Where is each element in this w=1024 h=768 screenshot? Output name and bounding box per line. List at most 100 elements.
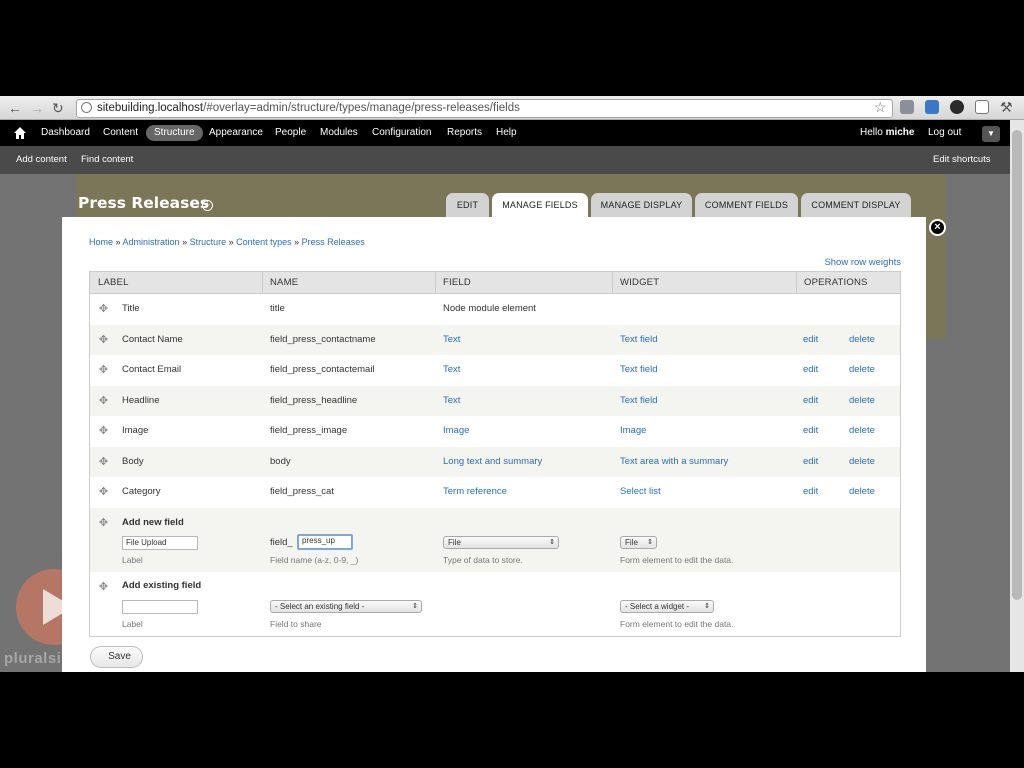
row-widget[interactable]: Select list bbox=[620, 477, 661, 507]
row-delete[interactable]: delete bbox=[849, 447, 875, 477]
toolbar-item-content[interactable]: Content bbox=[103, 120, 138, 146]
row-delete[interactable]: delete bbox=[849, 416, 875, 446]
drag-handle-icon[interactable]: ✥ bbox=[98, 365, 109, 376]
row-name: field_press_cat bbox=[270, 486, 334, 497]
add-shortcut-icon[interactable]: + bbox=[202, 200, 213, 211]
bookmark-star-icon[interactable]: ☆ bbox=[874, 99, 887, 116]
table-row: ✥ Headline field_press_headline Text Text fi… bbox=[90, 385, 900, 416]
breadcrumb-content-types[interactable]: Content types bbox=[236, 237, 292, 247]
table-row: ✥ Title title Node module element bbox=[90, 294, 900, 325]
logout-link[interactable]: Log out bbox=[928, 120, 961, 146]
new-field-widget-value: File bbox=[625, 537, 638, 547]
toolbar-item-people[interactable]: People bbox=[275, 120, 306, 146]
shortcut-add-content[interactable]: Add content bbox=[16, 146, 67, 174]
extension-puzzle-icon[interactable] bbox=[900, 100, 914, 114]
row-widget[interactable]: Text field bbox=[620, 355, 658, 385]
new-field-widget-select[interactable]: File ⇕ bbox=[620, 535, 657, 549]
show-row-weights-link[interactable]: Show row weights bbox=[800, 257, 901, 268]
edit-shortcuts-link[interactable]: Edit shortcuts bbox=[933, 146, 991, 174]
header-divider bbox=[262, 272, 263, 294]
new-field-label-input[interactable]: File Upload bbox=[122, 535, 198, 550]
toolbar-item-appearance[interactable]: Appearance bbox=[209, 120, 263, 146]
row-field[interactable]: Image bbox=[443, 416, 469, 446]
row-field[interactable]: Text bbox=[443, 386, 460, 416]
row-edit[interactable]: edit bbox=[803, 386, 818, 416]
save-button[interactable]: Save bbox=[90, 646, 143, 668]
address-bar[interactable]: sitebuilding.localhost/#overlay=admin/st… bbox=[76, 99, 893, 118]
row-widget[interactable]: Text field bbox=[620, 386, 658, 416]
toolbar-item-dashboard[interactable]: Dashboard bbox=[41, 120, 90, 146]
back-arrow-icon[interactable]: ← bbox=[8, 100, 22, 116]
breadcrumb-structure[interactable]: Structure bbox=[190, 237, 227, 247]
toolbar-toggle-icon[interactable]: ▼ bbox=[982, 126, 1000, 142]
tab-comment-fields[interactable]: COMMENT FIELDS bbox=[695, 193, 798, 217]
new-field-type-select[interactable]: File ⇕ bbox=[443, 535, 559, 549]
drag-handle-icon[interactable]: ✥ bbox=[98, 304, 109, 315]
scrollbar-thumb[interactable] bbox=[1012, 130, 1022, 600]
drag-handle-icon[interactable]: ✥ bbox=[98, 395, 109, 407]
breadcrumb-administration[interactable]: Administration bbox=[123, 237, 180, 247]
home-icon[interactable] bbox=[14, 127, 26, 139]
drag-handle-icon[interactable]: ✥ bbox=[98, 426, 109, 437]
toolbar-item-modules[interactable]: Modules bbox=[320, 120, 358, 146]
new-field-label-hint: Label bbox=[122, 554, 143, 565]
greeting-prefix: Hello bbox=[860, 127, 886, 138]
user-name[interactable]: miche bbox=[886, 127, 915, 138]
table-row: ✥ Contact Email field_press_contactemail Te… bbox=[90, 355, 900, 386]
row-field[interactable]: Long text and summary bbox=[443, 447, 542, 477]
row-edit[interactable]: edit bbox=[803, 447, 818, 477]
tab-manage-display[interactable]: MANAGE DISPLAY bbox=[591, 193, 692, 217]
new-field-name-input[interactable]: press_up bbox=[297, 533, 353, 550]
row-edit[interactable]: edit bbox=[803, 355, 818, 385]
row-edit[interactable]: edit bbox=[803, 416, 818, 446]
row-delete[interactable]: delete bbox=[849, 325, 875, 355]
breadcrumb-sep: » bbox=[226, 237, 237, 247]
existing-field-select-value: - Select an existing field - bbox=[275, 601, 365, 611]
breadcrumb-home[interactable]: Home bbox=[89, 237, 113, 247]
forward-arrow-icon[interactable]: → bbox=[30, 100, 44, 116]
existing-field-label-input[interactable] bbox=[122, 599, 198, 614]
tab-edit[interactable]: EDIT bbox=[446, 193, 489, 217]
table-row: ✥ Contact Name field_press_contactname Text… bbox=[90, 324, 900, 355]
close-icon[interactable]: × bbox=[929, 219, 946, 236]
drag-handle-icon[interactable]: ✥ bbox=[98, 581, 109, 593]
row-delete[interactable]: delete bbox=[849, 477, 875, 507]
row-edit[interactable]: edit bbox=[803, 325, 818, 355]
toolbar-item-configuration[interactable]: Configuration bbox=[372, 120, 431, 146]
toolbar-item-reports[interactable]: Reports bbox=[447, 120, 482, 146]
drag-handle-icon[interactable]: ✥ bbox=[98, 517, 109, 529]
add-existing-field-title: Add existing field bbox=[122, 579, 202, 591]
breadcrumb-press-releases[interactable]: Press Releases bbox=[302, 237, 365, 247]
row-field[interactable]: Term reference bbox=[443, 477, 507, 507]
extension-fullscreen-icon[interactable] bbox=[975, 100, 989, 114]
drag-handle-icon[interactable]: ✥ bbox=[98, 487, 109, 498]
row-field[interactable]: Text bbox=[443, 355, 460, 385]
toolbar-item-structure[interactable]: Structure bbox=[146, 125, 203, 141]
row-delete[interactable]: delete bbox=[849, 355, 875, 385]
header-widget: WIDGET bbox=[620, 277, 660, 288]
header-divider bbox=[435, 272, 436, 294]
drag-handle-icon[interactable]: ✥ bbox=[98, 456, 109, 468]
row-widget[interactable]: Image bbox=[620, 416, 646, 446]
row-field[interactable]: Text bbox=[443, 325, 460, 355]
toolbar-item-help[interactable]: Help bbox=[496, 120, 517, 146]
extension-camera-icon[interactable] bbox=[950, 100, 964, 114]
row-widget[interactable]: Text area with a summary bbox=[620, 447, 728, 477]
row-label: Body bbox=[122, 455, 144, 467]
breadcrumb-sep: » bbox=[113, 237, 123, 247]
row-name: body bbox=[270, 455, 291, 467]
row-edit[interactable]: edit bbox=[803, 477, 818, 507]
shortcut-find-content[interactable]: Find content bbox=[81, 146, 133, 174]
row-delete[interactable]: delete bbox=[849, 386, 875, 416]
row-label: Title bbox=[122, 303, 140, 314]
tab-manage-fields[interactable]: MANAGE FIELDS bbox=[492, 193, 588, 217]
tab-comment-display[interactable]: COMMENT DISPLAY bbox=[801, 193, 911, 217]
reload-icon[interactable]: ↻ bbox=[52, 100, 64, 116]
extension-screen-icon[interactable] bbox=[925, 100, 939, 114]
existing-widget-select[interactable]: - Select a widget - ⇕ bbox=[620, 599, 714, 613]
existing-field-select[interactable]: - Select an existing field - ⇕ bbox=[270, 599, 422, 613]
row-widget[interactable]: Text field bbox=[620, 325, 658, 355]
wrench-menu-icon[interactable]: ⚒ bbox=[1000, 99, 1013, 116]
table-header: LABEL NAME FIELD WIDGET OPERATIONS bbox=[90, 272, 900, 294]
drag-handle-icon[interactable]: ✥ bbox=[98, 334, 109, 346]
